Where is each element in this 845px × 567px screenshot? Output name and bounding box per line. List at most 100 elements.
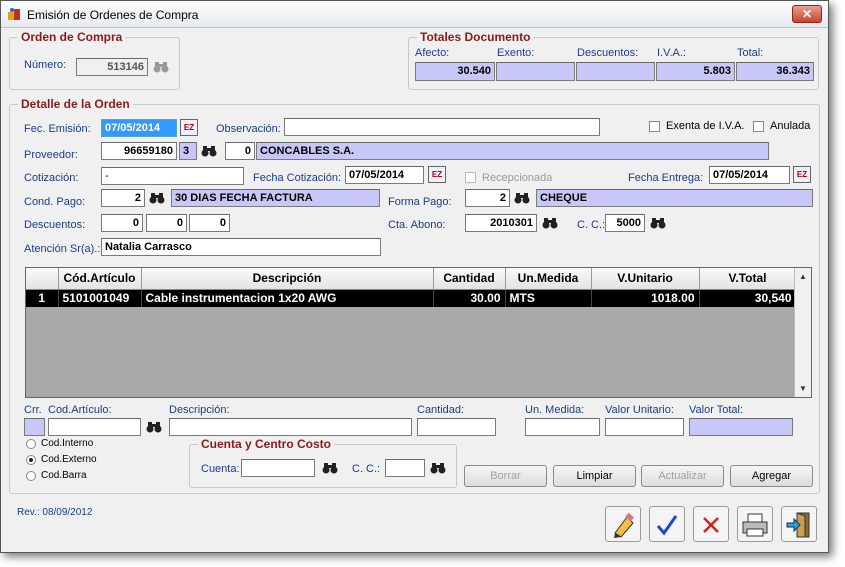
grid-col-codigo[interactable]: Cód.Artículo (58, 268, 142, 290)
ccosto-cuenta-field[interactable] (241, 459, 315, 477)
row-descripcion: Cable instrumentacion 1x20 AWG (141, 289, 434, 307)
cod-externo-radio[interactable] (26, 455, 36, 465)
fecha-entrega-calendar-icon[interactable]: EZ (793, 166, 811, 183)
fecha-cotizacion-calendar-icon[interactable]: EZ (428, 166, 446, 183)
entry-desc-label: Descripción: (169, 404, 230, 416)
proveedor-label: Proveedor: (24, 149, 78, 161)
actualizar-button[interactable]: Actualizar (641, 465, 724, 487)
check-icon (656, 515, 678, 536)
exenta-checkbox[interactable] (649, 121, 660, 132)
recepcionada-checkbox[interactable] (465, 172, 476, 183)
edit-pencil-button[interactable] (605, 506, 641, 542)
cod-interno-label: Cod.Interno (41, 438, 94, 449)
accept-button[interactable] (649, 506, 685, 542)
entry-vt-field (689, 418, 793, 436)
cod-barra-radio[interactable] (26, 471, 36, 481)
limpiar-button[interactable]: Limpiar (553, 465, 636, 487)
cod-barra-label: Cod.Barra (41, 470, 87, 481)
revision-label: Rev.: 08/09/2012 (17, 507, 93, 518)
entry-cod-label: Cod.Artículo: (48, 404, 112, 416)
entry-vt-label: Valor Total: (689, 404, 744, 416)
row-cantidad: 30.00 (433, 289, 506, 307)
observacion-label: Observación: (216, 123, 281, 135)
items-grid[interactable]: Cód.Artículo Descripción Cantidad Un.Med… (25, 267, 812, 398)
entry-cant-field[interactable] (417, 418, 496, 436)
iva-label: I.V.A.: (657, 47, 686, 59)
orden-legend: Orden de Compra (18, 30, 126, 44)
entry-cod-search-binoculars-icon[interactable] (145, 418, 163, 436)
fec-emision-calendar-icon[interactable]: EZ (180, 119, 198, 136)
printer-icon (742, 513, 768, 537)
forma-pago-code-field[interactable]: 2 (465, 189, 510, 207)
proveedor-num-field[interactable]: 0 (225, 142, 255, 160)
forma-pago-search-binoculars-icon[interactable] (513, 189, 531, 207)
cod-interno-radio[interactable] (26, 439, 36, 449)
proveedor-search-binoculars-icon[interactable] (200, 142, 218, 160)
descuento-2-field[interactable]: 0 (146, 214, 187, 232)
forma-pago-label: Forma Pago: (388, 196, 452, 208)
numero-search-binoculars-icon[interactable] (152, 58, 170, 76)
grid-col-unmedida[interactable]: Un.Medida (505, 268, 592, 290)
numero-field[interactable]: 513146 (76, 58, 148, 76)
cotizacion-field[interactable]: - (101, 167, 244, 185)
anulada-checkbox[interactable] (753, 121, 764, 132)
row-codigo: 5101001049 (58, 289, 142, 307)
row-vunitario: 1018.00 (591, 289, 700, 307)
fec-emision-field[interactable]: 07/05/2014 (101, 119, 177, 137)
agregar-button[interactable]: Agregar (730, 465, 813, 487)
grid-col-cantidad[interactable]: Cantidad (433, 268, 506, 290)
cta-abono-field[interactable]: 2010301 (465, 214, 537, 232)
cond-pago-search-binoculars-icon[interactable] (148, 189, 166, 207)
atencion-field[interactable]: Natalia Carrasco (101, 238, 381, 256)
grid-header-row: Cód.Artículo Descripción Cantidad Un.Med… (26, 268, 797, 290)
entry-um-label: Un. Medida: (525, 404, 585, 416)
cc-search-binoculars-icon[interactable] (649, 214, 667, 232)
borrar-button[interactable]: Borrar (464, 465, 547, 487)
scroll-down-icon[interactable]: ▼ (795, 380, 811, 397)
grid-scrollbar[interactable]: ▲ ▼ (794, 268, 811, 397)
descuento-1-field[interactable]: 0 (101, 214, 143, 232)
cond-pago-code-field[interactable]: 2 (101, 189, 145, 207)
title-bar[interactable]: Emisión de Ordenes de Compra ✕ (1, 1, 828, 28)
print-button[interactable] (737, 506, 773, 542)
iva-field: 5.803 (656, 62, 735, 81)
cc-label: C. C.: (577, 219, 606, 231)
entry-um-field[interactable] (525, 418, 600, 436)
main-window: Emisión de Ordenes de Compra ✕ Orden de … (0, 0, 829, 553)
entry-desc-field[interactable] (169, 418, 412, 436)
forma-pago-desc-field: CHEQUE (536, 189, 813, 207)
proveedor-rut-field[interactable]: 96659180 (101, 142, 177, 160)
pencil-icon (614, 512, 634, 538)
descuento-3-field[interactable]: 0 (189, 214, 230, 232)
entry-cod-field[interactable] (48, 418, 141, 436)
grid-col-descripcion[interactable]: Descripción (141, 268, 434, 290)
window-title: Emisión de Ordenes de Compra (27, 8, 199, 22)
descuentos-label: Descuentos: (24, 219, 86, 231)
atencion-label: Atención Sr(a).: (24, 243, 101, 255)
cta-abono-search-binoculars-icon[interactable] (541, 214, 559, 232)
entry-vu-field[interactable] (605, 418, 684, 436)
cod-externo-label: Cod.Externo (41, 454, 97, 465)
table-row[interactable]: 1 5101001049 Cable instrumentacion 1x20 … (26, 289, 797, 307)
cotizacion-label: Cotización: (24, 172, 79, 184)
fecha-cotizacion-field[interactable]: 07/05/2014 (345, 166, 424, 184)
exit-button[interactable] (781, 506, 817, 542)
grid-col-index[interactable] (26, 268, 59, 290)
row-unmedida: MTS (505, 289, 592, 307)
descuentos-total-label: Descuentos: (577, 47, 639, 59)
close-button[interactable]: ✕ (792, 5, 822, 23)
grid-col-vtotal[interactable]: V.Total (699, 268, 797, 290)
fecha-entrega-field[interactable]: 07/05/2014 (709, 166, 790, 184)
exento-field (496, 62, 575, 81)
close-x-icon (703, 517, 719, 533)
ccosto-cc-binoculars-icon[interactable] (429, 459, 447, 477)
ccosto-cuenta-label: Cuenta: (201, 463, 240, 475)
ccosto-cc-field[interactable] (385, 459, 425, 477)
cancel-button[interactable] (693, 506, 729, 542)
ccosto-cuenta-binoculars-icon[interactable] (321, 459, 339, 477)
entry-cant-label: Cantidad: (417, 404, 465, 416)
grid-col-vunitario[interactable]: V.Unitario (591, 268, 700, 290)
cc-field[interactable]: 5000 (605, 214, 645, 232)
observacion-field[interactable] (284, 118, 600, 136)
scroll-up-icon[interactable]: ▲ (795, 268, 811, 285)
